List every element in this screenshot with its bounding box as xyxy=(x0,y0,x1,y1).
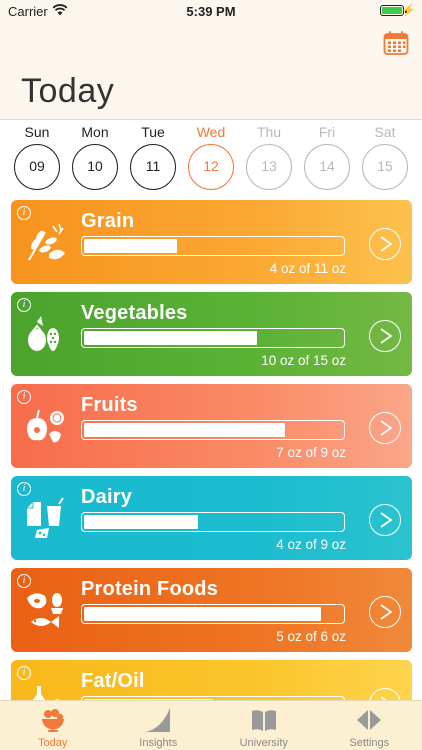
food-group-name: Protein Foods xyxy=(81,578,219,600)
info-icon[interactable]: i xyxy=(17,206,31,220)
settings-icon xyxy=(357,710,382,730)
food-group-name: Fat/Oil xyxy=(81,670,145,692)
header: Today xyxy=(0,22,422,119)
day-date: 15 xyxy=(362,144,408,190)
day-name: Sat xyxy=(374,124,396,140)
calendar-icon[interactable] xyxy=(383,30,409,56)
chevron-right-button[interactable] xyxy=(369,412,401,444)
food-group-amount: 4 oz of 11 oz xyxy=(269,261,346,276)
tab-label: Insights xyxy=(139,737,178,749)
tab-today[interactable]: Today xyxy=(0,701,106,750)
status-bar: Carrier 5:39 PM ⚡ xyxy=(0,0,422,22)
tab-label: Today xyxy=(38,737,68,749)
chevron-right-button[interactable] xyxy=(369,504,401,536)
progress-bar xyxy=(81,420,345,440)
tab-label: Settings xyxy=(349,737,390,749)
day-date: 09 xyxy=(14,144,60,190)
tab-university[interactable]: University xyxy=(211,701,317,750)
food-group-name: Dairy xyxy=(81,486,133,508)
info-icon[interactable]: i xyxy=(17,390,31,404)
page-title: Today xyxy=(21,72,115,110)
day-date: 10 xyxy=(72,144,118,190)
chevron-right-button[interactable] xyxy=(369,228,401,260)
chevron-right-icon xyxy=(380,420,393,436)
tab-bar: Today Insights University Settings xyxy=(0,700,422,750)
food-group-list: i Grain 4 oz of 11 oz i Vegetables 10 oz… xyxy=(11,200,412,750)
food-group-name: Vegetables xyxy=(81,302,188,324)
info-icon[interactable]: i xyxy=(17,298,31,312)
book-icon xyxy=(251,710,276,731)
week-selector: Sun 09 Mon 10 Tue 11 Wed 12 Thu 13 Fri 1… xyxy=(13,124,409,194)
header-divider xyxy=(0,119,422,120)
food-card-grain[interactable]: i Grain 4 oz of 11 oz xyxy=(11,200,412,284)
day-name: Tue xyxy=(141,124,165,140)
info-icon[interactable]: i xyxy=(17,482,31,496)
day-date: 13 xyxy=(246,144,292,190)
chevron-right-icon xyxy=(380,604,393,620)
day-date: 14 xyxy=(304,144,350,190)
food-group-amount: 4 oz of 9 oz xyxy=(276,537,346,552)
day-tue[interactable]: Tue 11 xyxy=(129,124,177,194)
charging-icon: ⚡ xyxy=(401,3,416,17)
bowl-icon xyxy=(41,709,64,732)
chevron-right-button[interactable] xyxy=(369,320,401,352)
day-wed[interactable]: Wed 12 xyxy=(187,124,235,194)
food-group-amount: 5 oz of 6 oz xyxy=(276,629,346,644)
chevron-right-icon xyxy=(380,512,393,528)
progress-fill xyxy=(84,423,286,437)
protein-icon xyxy=(27,593,63,628)
food-group-name: Grain xyxy=(81,210,135,232)
day-sat[interactable]: Sat 15 xyxy=(361,124,409,194)
day-date: 11 xyxy=(130,144,176,190)
insights-icon xyxy=(146,708,171,732)
vegetables-icon xyxy=(28,316,59,351)
status-time: 5:39 PM xyxy=(186,4,236,19)
chevron-right-icon xyxy=(380,328,393,344)
info-icon[interactable]: i xyxy=(17,666,31,680)
food-group-amount: 7 oz of 9 oz xyxy=(276,445,346,460)
progress-bar xyxy=(81,512,345,532)
day-name: Thu xyxy=(256,124,282,140)
food-card-dairy[interactable]: i Dairy 4 oz of 9 oz xyxy=(11,476,412,560)
progress-fill xyxy=(84,607,322,621)
day-name: Wed xyxy=(196,124,226,140)
food-card-fruits[interactable]: i Fruits 7 oz of 9 oz xyxy=(11,384,412,468)
food-card-vegetables[interactable]: i Vegetables 10 oz of 15 oz xyxy=(11,292,412,376)
day-name: Mon xyxy=(81,124,109,140)
chevron-right-icon xyxy=(380,236,393,252)
day-name: Sun xyxy=(24,124,50,140)
chevron-right-button[interactable] xyxy=(369,596,401,628)
food-group-name: Fruits xyxy=(81,394,138,416)
tab-insights[interactable]: Insights xyxy=(106,701,212,750)
day-fri[interactable]: Fri 14 xyxy=(303,124,351,194)
food-group-amount: 10 oz of 15 oz xyxy=(261,353,346,368)
day-thu[interactable]: Thu 13 xyxy=(245,124,293,194)
dairy-icon xyxy=(27,497,64,538)
fruits-icon xyxy=(27,409,64,443)
progress-fill xyxy=(84,331,257,345)
day-mon[interactable]: Mon 10 xyxy=(71,124,119,194)
tab-settings[interactable]: Settings xyxy=(317,701,422,750)
progress-bar xyxy=(81,236,345,256)
progress-bar xyxy=(81,604,345,624)
progress-fill xyxy=(84,515,198,529)
day-name: Fri xyxy=(318,124,336,140)
day-sun[interactable]: Sun 09 xyxy=(13,124,61,194)
grain-icon xyxy=(28,223,65,261)
info-icon[interactable]: i xyxy=(17,574,31,588)
progress-bar xyxy=(81,328,345,348)
food-card-protein-foods[interactable]: i Protein Foods 5 oz of 6 oz xyxy=(11,568,412,652)
progress-fill xyxy=(84,239,177,253)
day-date: 12 xyxy=(188,144,234,190)
tab-label: University xyxy=(239,737,288,749)
